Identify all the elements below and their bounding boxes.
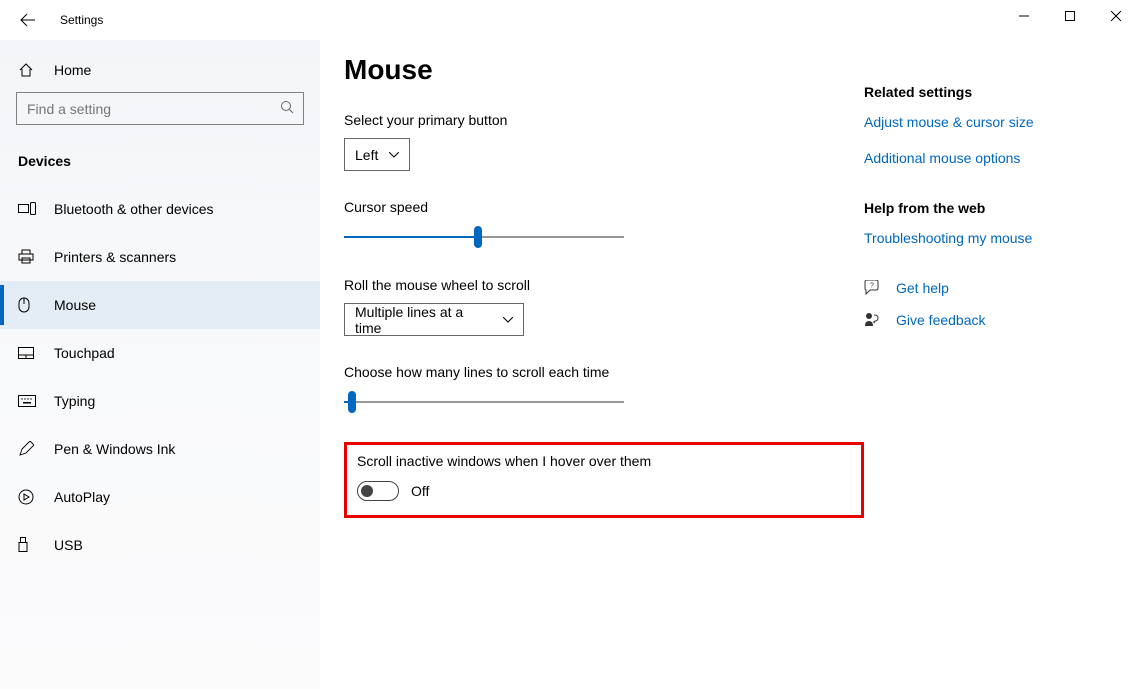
sidebar-item-pen[interactable]: Pen & Windows Ink: [0, 425, 320, 473]
printer-icon: [18, 249, 36, 265]
lines-scroll-label: Choose how many lines to scroll each tim…: [344, 364, 864, 380]
sidebar-item-label: Bluetooth & other devices: [54, 201, 214, 217]
touchpad-icon: [18, 347, 36, 359]
sidebar-item-label: Mouse: [54, 297, 96, 313]
toggle-state: Off: [411, 483, 429, 499]
close-button[interactable]: [1093, 0, 1139, 32]
related-settings-heading: Related settings: [864, 84, 1124, 100]
wheel-scroll-dropdown[interactable]: Multiple lines at a time: [344, 303, 524, 336]
usb-icon: [18, 537, 36, 553]
wheel-scroll-label: Roll the mouse wheel to scroll: [344, 277, 864, 293]
additional-mouse-link[interactable]: Additional mouse options: [864, 150, 1124, 166]
feedback-link[interactable]: Give feedback: [864, 312, 1124, 328]
highlighted-region: Scroll inactive windows when I hover ove…: [344, 442, 864, 518]
sidebar: Home Devices Bluetooth & other devices P…: [0, 40, 320, 689]
inactive-scroll-label: Scroll inactive windows when I hover ove…: [357, 453, 851, 469]
sidebar-item-label: AutoPlay: [54, 489, 110, 505]
devices-icon: [18, 202, 36, 216]
sidebar-item-label: USB: [54, 537, 83, 553]
cursor-speed-label: Cursor speed: [344, 199, 864, 215]
chevron-down-icon: [503, 317, 513, 323]
troubleshoot-link[interactable]: Troubleshooting my mouse: [864, 230, 1124, 246]
lines-scroll-slider[interactable]: [344, 390, 624, 414]
chevron-down-icon: [389, 152, 399, 158]
help-web-heading: Help from the web: [864, 200, 1124, 216]
adjust-cursor-link[interactable]: Adjust mouse & cursor size: [864, 114, 1124, 130]
page-title: Mouse: [344, 54, 864, 86]
content-panel: Mouse Select your primary button Left Cu…: [344, 54, 864, 689]
sidebar-item-label: Typing: [54, 393, 95, 409]
search-input[interactable]: [16, 92, 304, 125]
help-icon: ?: [864, 280, 882, 296]
back-button[interactable]: [18, 10, 38, 30]
mouse-icon: [18, 297, 36, 313]
get-help-label: Get help: [896, 280, 949, 296]
sidebar-item-autoplay[interactable]: AutoPlay: [0, 473, 320, 521]
sidebar-item-usb[interactable]: USB: [0, 521, 320, 569]
maximize-button[interactable]: [1047, 0, 1093, 32]
keyboard-icon: [18, 395, 36, 407]
sidebar-item-mouse[interactable]: Mouse: [0, 281, 320, 329]
sidebar-item-label: Pen & Windows Ink: [54, 441, 175, 457]
primary-button-dropdown[interactable]: Left: [344, 138, 410, 171]
sidebar-item-typing[interactable]: Typing: [0, 377, 320, 425]
inactive-scroll-toggle[interactable]: [357, 481, 399, 501]
sidebar-item-printers[interactable]: Printers & scanners: [0, 233, 320, 281]
primary-button-label: Select your primary button: [344, 112, 864, 128]
home-label: Home: [54, 62, 91, 78]
search-icon: [280, 100, 294, 114]
dropdown-value: Multiple lines at a time: [355, 304, 493, 336]
home-link[interactable]: Home: [0, 54, 320, 92]
minimize-button[interactable]: [1001, 0, 1047, 32]
home-icon: [18, 62, 36, 78]
autoplay-icon: [18, 489, 36, 505]
cursor-speed-slider[interactable]: [344, 225, 624, 249]
window-controls: [1001, 0, 1139, 32]
aside-panel: Related settings Adjust mouse & cursor s…: [864, 54, 1124, 689]
svg-text:?: ?: [870, 283, 874, 290]
sidebar-item-label: Printers & scanners: [54, 249, 176, 265]
dropdown-value: Left: [355, 147, 378, 163]
get-help-link[interactable]: ? Get help: [864, 280, 1124, 296]
feedback-label: Give feedback: [896, 312, 986, 328]
window-title: Settings: [60, 13, 103, 27]
sidebar-item-label: Touchpad: [54, 345, 115, 361]
category-heading: Devices: [0, 141, 320, 185]
sidebar-item-touchpad[interactable]: Touchpad: [0, 329, 320, 377]
pen-icon: [18, 441, 36, 457]
feedback-icon: [864, 312, 882, 328]
title-bar: Settings: [0, 0, 1139, 40]
sidebar-item-bluetooth[interactable]: Bluetooth & other devices: [0, 185, 320, 233]
